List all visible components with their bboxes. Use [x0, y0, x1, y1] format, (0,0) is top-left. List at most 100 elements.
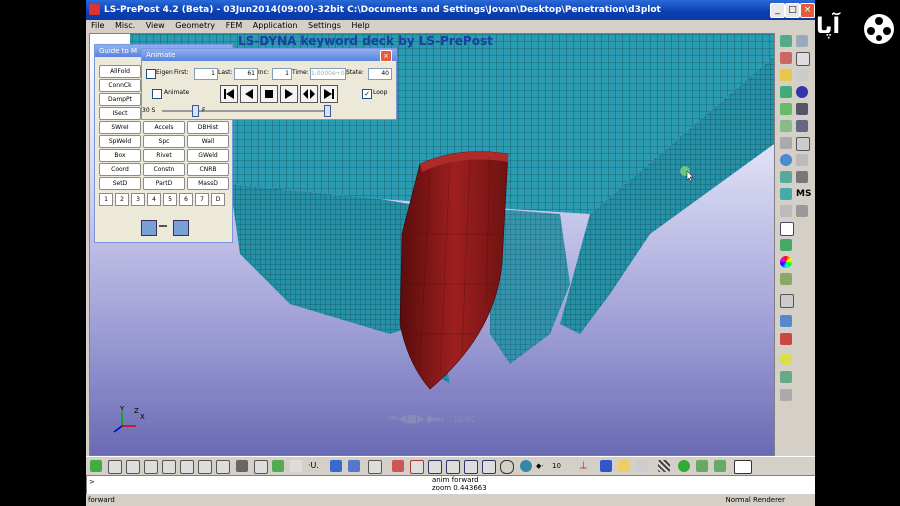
loop-checkbox[interactable]: ✓: [362, 89, 372, 99]
shade-icon[interactable]: [236, 460, 248, 472]
axes-icon[interactable]: ⟂: [580, 460, 592, 472]
last-field[interactable]: 61: [234, 68, 258, 80]
page-1-button[interactable]: 1: [99, 193, 113, 206]
setting-icon[interactable]: [780, 371, 792, 383]
comment-icon[interactable]: [780, 294, 794, 308]
page-6-button[interactable]: 6: [179, 193, 193, 206]
back-view-icon[interactable]: [198, 460, 212, 474]
home-view-icon[interactable]: [90, 460, 102, 472]
list-icon[interactable]: [780, 315, 792, 327]
view-icon[interactable]: [780, 154, 792, 166]
green-ball-icon[interactable]: [678, 460, 690, 472]
ms-icon[interactable]: MS: [796, 188, 811, 200]
last-frame-button[interactable]: [320, 85, 338, 103]
connck-button[interactable]: ConnCk: [99, 79, 141, 92]
frame-slider-thumb[interactable]: [324, 105, 331, 117]
element-icon[interactable]: [780, 86, 792, 98]
page-2-button[interactable]: 2: [115, 193, 129, 206]
box-icon[interactable]: [796, 103, 808, 115]
color-wheel-icon[interactable]: [780, 256, 792, 268]
step-back-button[interactable]: [240, 85, 258, 103]
swrel-button[interactable]: SWreI: [99, 121, 141, 134]
add-icon[interactable]: [410, 460, 424, 474]
damppt-button[interactable]: DampPt: [99, 93, 141, 106]
copy-icon[interactable]: [796, 35, 808, 47]
top-view-icon[interactable]: [108, 460, 122, 474]
zoom-in-icon[interactable]: [482, 460, 496, 474]
render-icon[interactable]: [780, 35, 792, 47]
animate-checkbox[interactable]: [152, 89, 162, 99]
wireframe-icon[interactable]: [254, 460, 268, 474]
fringe-icon[interactable]: [780, 171, 792, 183]
outline-icon[interactable]: [368, 460, 382, 474]
angle-value[interactable]: 10: [552, 460, 570, 472]
curve-icon[interactable]: [796, 52, 810, 66]
play-button[interactable]: [280, 85, 298, 103]
speed-slider-track[interactable]: [162, 110, 327, 112]
env-icon[interactable]: [714, 460, 726, 472]
blank-icon[interactable]: [780, 205, 792, 217]
table-icon[interactable]: [796, 154, 808, 166]
beam-icon[interactable]: [780, 137, 792, 149]
spweld-button[interactable]: SpWeld: [99, 135, 141, 148]
grid-icon[interactable]: [796, 137, 810, 151]
wall-button[interactable]: Wall: [187, 135, 229, 148]
bottom-view-icon[interactable]: [126, 460, 140, 474]
page-4-button[interactable]: 4: [147, 193, 161, 206]
coord-button[interactable]: Coord: [99, 163, 141, 176]
history-icon[interactable]: [780, 188, 792, 200]
gweld-button[interactable]: GWeld: [187, 149, 229, 162]
zoom-fit-icon[interactable]: [446, 460, 460, 474]
spc-button[interactable]: Spc: [143, 135, 185, 148]
menu-help[interactable]: Help: [351, 21, 369, 30]
redo-icon[interactable]: [173, 220, 189, 236]
output-icon[interactable]: [796, 205, 808, 217]
front-view-icon[interactable]: [180, 460, 194, 474]
light-toggle-icon[interactable]: [696, 460, 708, 472]
undo-view-icon[interactable]: ·U.: [308, 460, 320, 472]
menu-misc[interactable]: Misc.: [115, 21, 135, 30]
iso-view-icon[interactable]: [216, 460, 230, 474]
sphere-icon[interactable]: [796, 86, 808, 98]
dbhist-button[interactable]: DBHist: [187, 121, 229, 134]
image-icon[interactable]: [636, 460, 648, 472]
feature-icon[interactable]: [290, 460, 302, 472]
close-button[interactable]: ×: [800, 3, 815, 18]
cube-icon[interactable]: [600, 460, 612, 472]
check-icon[interactable]: [780, 103, 792, 115]
speed-slider-thumb[interactable]: [192, 105, 199, 117]
setd-button[interactable]: SetD: [99, 177, 141, 190]
boundary-icon[interactable]: [780, 120, 792, 132]
state-field[interactable]: 40: [368, 68, 392, 80]
isect-button[interactable]: ISect: [99, 107, 141, 120]
constn-button[interactable]: Constn: [143, 163, 185, 176]
blue-shade-icon[interactable]: [348, 460, 360, 472]
mesh-icon[interactable]: [796, 120, 808, 132]
partd-button[interactable]: PartD: [143, 177, 185, 190]
right-view-icon[interactable]: [162, 460, 176, 474]
rivet-button[interactable]: Rivet: [143, 149, 185, 162]
measure-icon[interactable]: [780, 239, 792, 251]
eraser-icon[interactable]: [796, 69, 808, 81]
angle-control[interactable]: ◆·: [536, 460, 548, 472]
menu-settings[interactable]: Settings: [308, 21, 341, 30]
zoom-out-icon[interactable]: [464, 460, 478, 474]
zoom-box-icon[interactable]: [428, 460, 442, 474]
eigen-checkbox[interactable]: [146, 69, 156, 79]
maximize-button[interactable]: □: [785, 3, 800, 18]
hidden-icon[interactable]: [272, 460, 284, 472]
folder-icon[interactable]: [618, 460, 630, 472]
select-icon[interactable]: [780, 52, 792, 64]
undo-icon[interactable]: [141, 220, 157, 236]
menu-file[interactable]: File: [91, 21, 104, 30]
page-3-button[interactable]: 3: [131, 193, 145, 206]
page-d-button[interactable]: D: [211, 193, 225, 206]
inc-field[interactable]: 1: [272, 68, 292, 80]
checker-icon[interactable]: [658, 460, 670, 472]
window-icon[interactable]: [780, 222, 794, 236]
left-view-icon[interactable]: [144, 460, 158, 474]
annotate-icon[interactable]: [780, 273, 792, 285]
bounce-button[interactable]: [300, 85, 318, 103]
box-button[interactable]: Box: [99, 149, 141, 162]
menu-fem[interactable]: FEM: [226, 21, 243, 30]
